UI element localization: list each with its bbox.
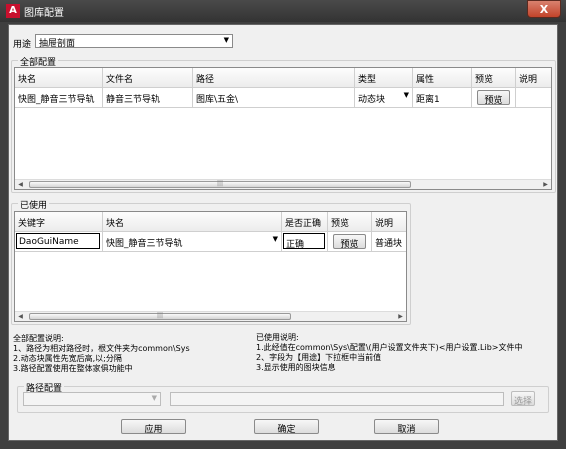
all-desc-title: 全部配置说明: [13,334,64,343]
col-header-block-name[interactable]: 块名 [15,68,103,88]
chevron-down-icon[interactable]: ▼ [224,36,229,44]
usage-label: 用途 [13,40,32,50]
cell-block-name[interactable]: 快图_静音三节导轨 ▼ [103,232,282,252]
title-bar[interactable]: A 图库配置 X [0,0,566,22]
all-desc-line: 1、路径为相对路径时，根文件夹为common\Sys [13,344,190,353]
col-header-type[interactable]: 类型 [355,68,413,88]
col-header-preview[interactable]: 预览 [472,68,516,88]
cell-keyword[interactable]: DaoGuiName [15,232,103,252]
path-config-field[interactable] [170,392,504,406]
cell-block-name[interactable]: 快图_静音三节导轨 [15,88,103,108]
cell-correct[interactable]: 正确 [282,232,328,252]
used-table[interactable]: 关键字 块名 是否正确 预览 说明 DaoGuiName 快图_静音三节导轨 ▼… [14,211,407,322]
preview-button[interactable]: 预览 [333,234,366,250]
cell-attr[interactable]: 距离1 [413,88,472,108]
apply-button[interactable]: 应用 [121,419,186,435]
table-row[interactable]: 快图_静音三节导轨 静音三节导轨 图库\五金\ 动态块 ▼ 距离1 预览 [15,88,551,108]
col-header-file-name[interactable]: 文件名 [103,68,193,88]
chevron-down-icon[interactable]: ▼ [404,91,409,99]
all-desc-line: 2.动态块属性先宽后高,以;分隔 [13,354,122,363]
correct-edit-field[interactable]: 正确 [283,233,325,250]
preview-button[interactable]: 预览 [477,90,510,106]
all-desc-line: 3.路径配置使用在整体家俱功能中 [13,364,133,373]
used-hscrollbar[interactable]: ◀ ||| ▶ [15,311,406,321]
choose-path-button[interactable]: 选择 [511,391,535,407]
autocad-logo-icon: A [6,4,20,18]
used-desc-title: 已使用说明: [256,333,299,342]
chevron-down-icon[interactable]: ▼ [273,235,278,243]
scroll-thumb[interactable]: ||| [29,181,411,188]
cell-file-name[interactable]: 静音三节导轨 [103,88,193,108]
cell-preview: 预览 [328,232,372,252]
close-button[interactable]: X [527,0,561,18]
col-header-correct[interactable]: 是否正确 [282,212,328,232]
ok-button[interactable]: 确定 [254,419,319,435]
col-header-note[interactable]: 说明 [372,212,406,232]
col-header-attr[interactable]: 属性 [413,68,472,88]
col-header-path[interactable]: 路径 [193,68,355,88]
scroll-thumb[interactable]: ||| [29,313,291,320]
cell-note[interactable]: 普通块 [372,232,406,252]
usage-select-value: 抽屉剖面 [39,39,76,49]
cancel-button[interactable]: 取消 [374,419,439,435]
col-header-preview[interactable]: 预览 [328,212,372,232]
keyword-edit-field[interactable]: DaoGuiName [16,233,100,249]
all-config-table[interactable]: 块名 文件名 路径 类型 属性 预览 说明 快图_静音三节导轨 静音三节导轨 图… [14,67,552,190]
all-config-hscrollbar[interactable]: ◀ ||| ▶ [15,179,551,189]
all-config-description: 全部配置说明: 1、路径为相对路径时，根文件夹为common\Sys 2.动态块… [13,334,253,374]
used-description: 已使用说明: 1.此经值在common\Sys\配置\(用户设置文件夹下)<用户… [256,333,556,373]
window-title: 图库配置 [24,8,64,19]
col-header-note[interactable]: 说明 [516,68,551,88]
used-header-row: 关键字 块名 是否正确 预览 说明 [15,212,406,232]
used-desc-line: 1.此经值在common\Sys\配置\(用户设置文件夹下)<用户设置.Lib>… [256,343,523,352]
path-config-select[interactable]: ▼ [23,392,161,406]
dialog-window: A 图库配置 X 用途 抽屉剖面 ▼ 全部配置 块名 文件名 路径 类型 属性 … [0,0,566,449]
cell-path[interactable]: 图库\五金\ [193,88,355,108]
cell-block-name-value: 快图_静音三节导轨 [106,239,183,249]
all-config-header-row: 块名 文件名 路径 类型 属性 预览 说明 [15,68,551,88]
used-desc-line: 3.显示使用的图块信息 [256,363,336,372]
chevron-down-icon[interactable]: ▼ [152,394,157,402]
used-desc-line: 2、字段为【用途】下拉框中当前值 [256,353,382,362]
cell-type-value: 动态块 [358,95,386,105]
col-header-block-name[interactable]: 块名 [103,212,282,232]
scroll-left-icon[interactable]: ◀ [15,180,26,189]
dialog-client: 用途 抽屉剖面 ▼ 全部配置 块名 文件名 路径 类型 属性 预览 说明 快图_… [8,24,558,441]
scroll-left-icon[interactable]: ◀ [15,312,26,321]
scroll-right-icon[interactable]: ▶ [540,180,551,189]
used-group-title: 已使用 [18,198,50,211]
usage-select[interactable]: 抽屉剖面 ▼ [35,34,233,49]
cell-note[interactable] [516,88,551,108]
cell-preview: 预览 [472,88,516,108]
table-row[interactable]: DaoGuiName 快图_静音三节导轨 ▼ 正确 预览 普通块 [15,232,406,252]
cell-type[interactable]: 动态块 ▼ [355,88,413,108]
col-header-keyword[interactable]: 关键字 [15,212,103,232]
scroll-right-icon[interactable]: ▶ [395,312,406,321]
